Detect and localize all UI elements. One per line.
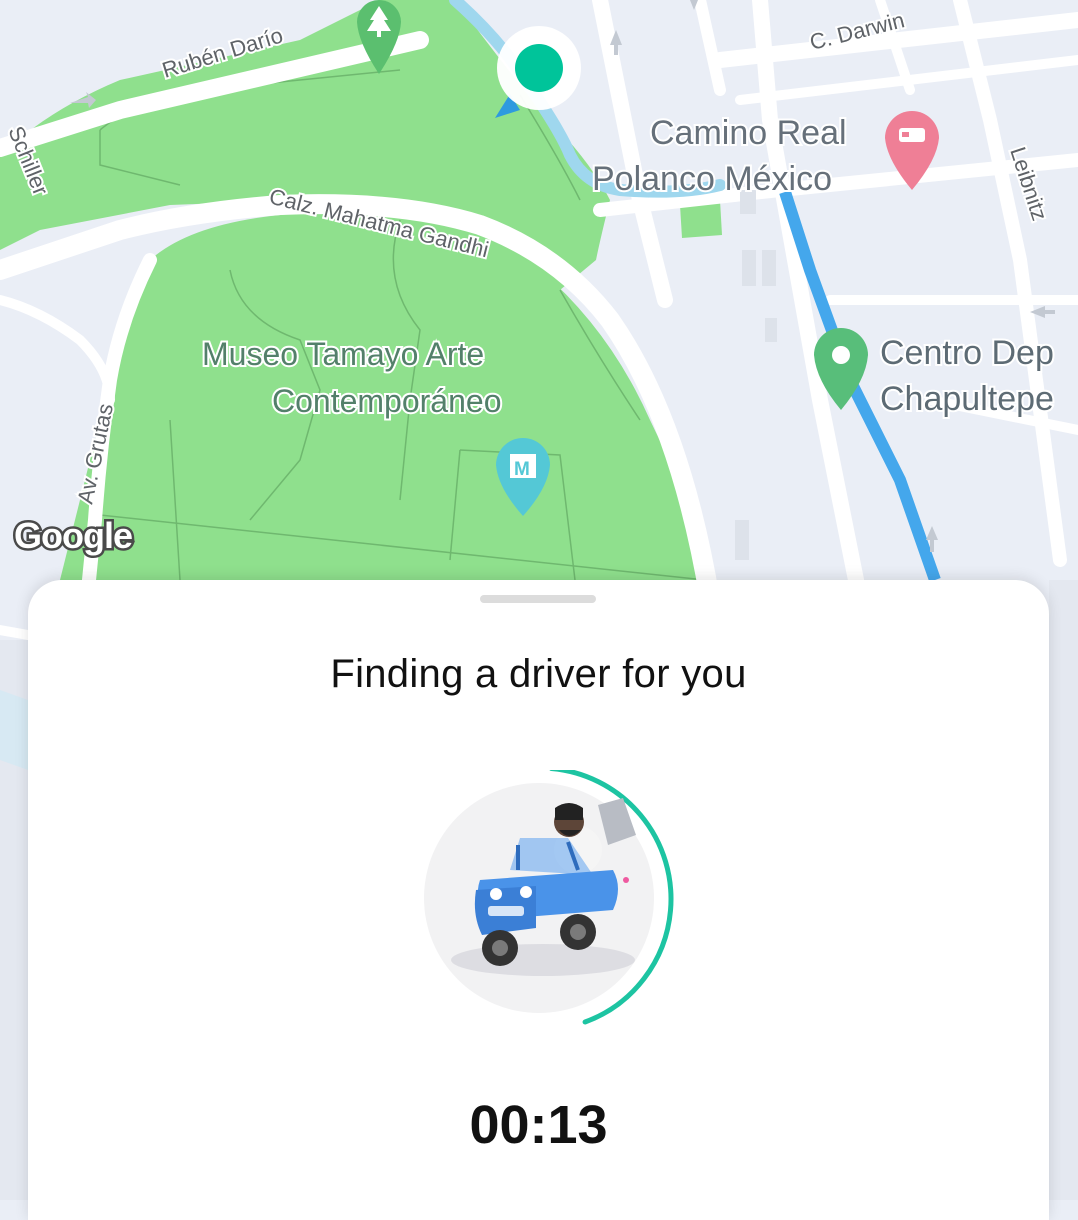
place-centro-line2[interactable]: Chapultepe [878,378,1056,420]
place-camino-real-line1[interactable]: Camino Real [648,112,849,154]
bottom-sheet: Finding a driver for you 00:13 [28,580,1049,1220]
place-museo-line2[interactable]: Contemporáneo [270,381,503,421]
google-attribution: Google [14,515,132,556]
place-centro-line1[interactable]: Centro Dep [878,332,1056,374]
drag-handle[interactable] [480,595,596,603]
searching-animation [418,770,674,1033]
search-timer: 00:13 [469,1095,608,1155]
sheet-title: Finding a driver for you [330,652,747,696]
place-camino-real-line2[interactable]: Polanco México [590,158,834,200]
svg-text:M: M [514,459,530,480]
place-museo-line1[interactable]: Museo Tamayo Arte [200,334,486,374]
